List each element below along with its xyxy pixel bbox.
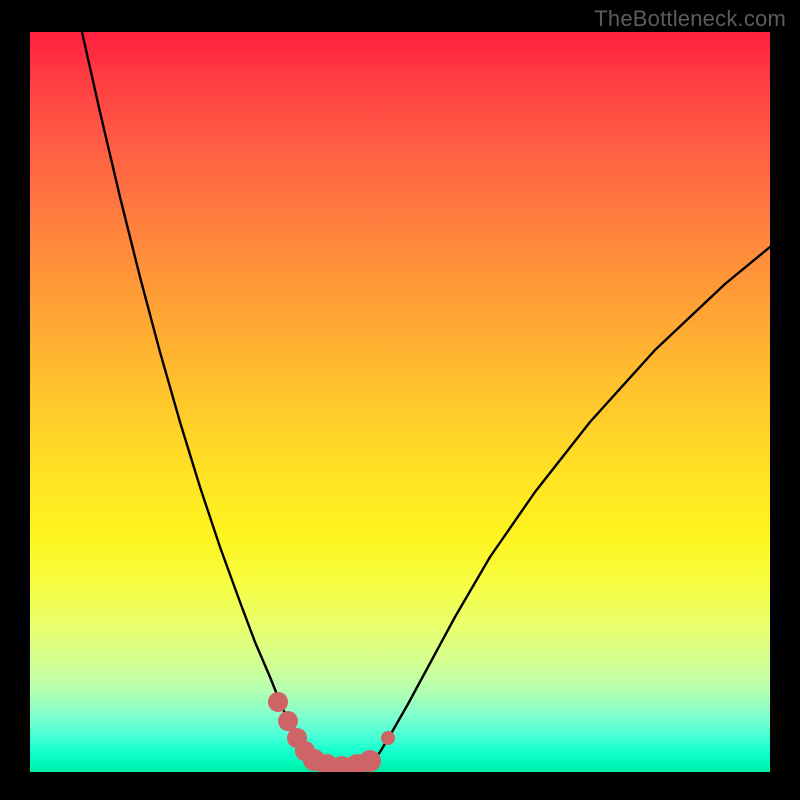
chart-frame: TheBottleneck.com [0,0,800,800]
dot-left-2 [278,711,298,731]
series-right-curve [370,247,770,765]
curves-svg [30,32,770,772]
dot-right-1 [381,731,395,745]
watermark-text: TheBottleneck.com [594,6,786,32]
series-left-curve [82,32,320,765]
dot-floor-5 [359,750,381,772]
plot-area [30,32,770,772]
dot-left-1 [268,692,288,712]
markers-group [268,692,395,772]
curves-group [82,32,770,767]
